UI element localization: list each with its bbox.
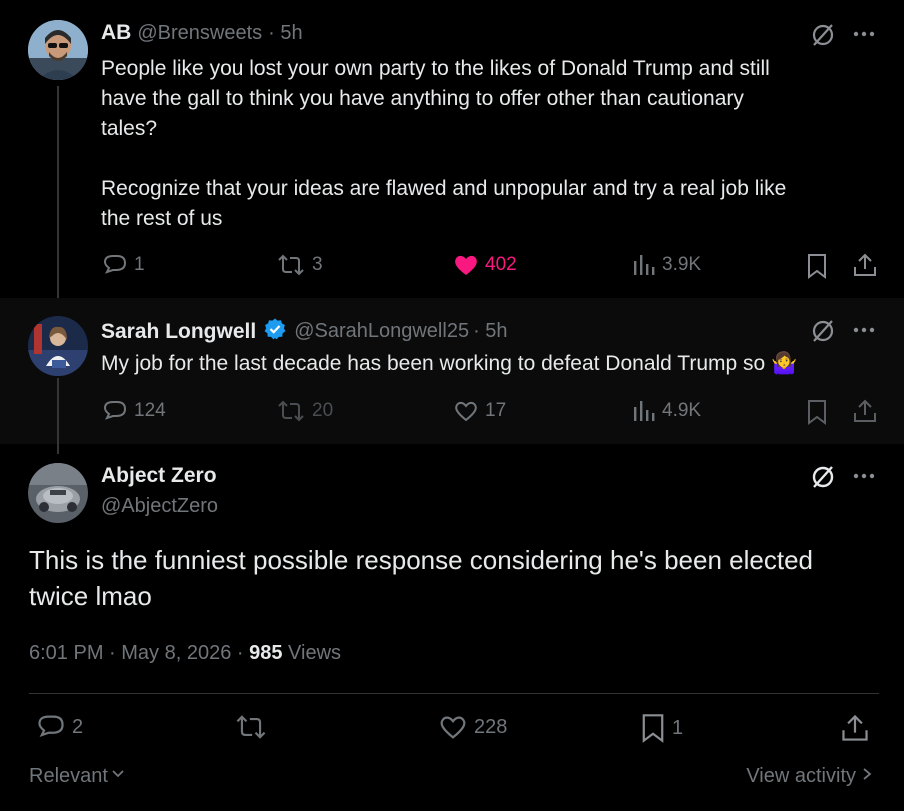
views-label: Views bbox=[282, 642, 342, 664]
repost-button[interactable]: 3 bbox=[276, 253, 323, 277]
views-button[interactable]: 3.9K bbox=[632, 253, 701, 277]
avatar-ab[interactable] bbox=[28, 20, 88, 80]
like-icon bbox=[438, 713, 468, 741]
repost-icon bbox=[276, 253, 306, 277]
text-line: have the gall to think you have anything… bbox=[101, 87, 744, 110]
divider bbox=[29, 693, 879, 694]
grok-icon[interactable] bbox=[810, 22, 836, 53]
like-icon bbox=[453, 253, 479, 277]
timestamp[interactable]: 6:01 PM · May 8, 2026 · bbox=[29, 642, 249, 664]
author-name[interactable]: AB bbox=[101, 21, 131, 45]
like-button[interactable]: 17 bbox=[453, 399, 506, 423]
author-handle[interactable]: @SarahLongwell25 bbox=[294, 320, 469, 343]
reply-count: 1 bbox=[134, 254, 145, 275]
repost-count: 20 bbox=[312, 400, 334, 421]
tweet-time[interactable]: · 5h bbox=[268, 22, 302, 45]
tweet-sarah-header: Sarah Longwell @SarahLongwell25 · 5h bbox=[101, 317, 508, 346]
repost-count: 3 bbox=[312, 254, 323, 275]
reply-count: 2 bbox=[72, 715, 84, 738]
author-handle[interactable]: @Brensweets bbox=[137, 22, 262, 45]
reply-button[interactable]: 1 bbox=[102, 253, 145, 277]
views-count: 3.9K bbox=[662, 254, 702, 275]
like-count: 17 bbox=[485, 400, 507, 421]
bookmark-icon[interactable] bbox=[806, 253, 828, 284]
like-count: 402 bbox=[485, 254, 517, 275]
text-line: This is the funniest possible response c… bbox=[29, 545, 813, 575]
text-line: the rest of us bbox=[101, 207, 223, 230]
tweet-ab-text: People like you lost your own party to t… bbox=[101, 54, 881, 234]
like-count: 228 bbox=[474, 715, 508, 738]
views-icon bbox=[632, 399, 656, 423]
like-button[interactable]: 228 bbox=[438, 713, 507, 741]
bookmark-button[interactable]: 1 bbox=[640, 713, 683, 743]
avatar-sarah[interactable] bbox=[28, 316, 88, 376]
like-icon bbox=[453, 399, 479, 423]
reply-button[interactable]: 124 bbox=[102, 399, 166, 423]
verified-badge-icon bbox=[263, 317, 287, 346]
views-icon bbox=[632, 253, 656, 277]
tweet-meta: 6:01 PM · May 8, 2026 · 985 Views bbox=[29, 642, 341, 665]
more-icon[interactable] bbox=[852, 320, 876, 345]
bookmark-icon[interactable] bbox=[806, 399, 828, 430]
repost-button[interactable] bbox=[234, 713, 268, 741]
thread-line-2 bbox=[57, 378, 59, 454]
like-button[interactable]: 402 bbox=[453, 253, 517, 277]
view-activity-link[interactable]: View activity bbox=[746, 765, 874, 788]
author-name[interactable]: Sarah Longwell bbox=[101, 320, 256, 344]
repost-button[interactable]: 20 bbox=[276, 399, 333, 423]
views-count: 985 bbox=[249, 642, 283, 664]
repost-icon bbox=[276, 399, 306, 423]
author-name[interactable]: Abject Zero bbox=[101, 464, 217, 488]
text-line: People like you lost your own party to t… bbox=[101, 57, 770, 80]
view-activity-label: View activity bbox=[746, 765, 856, 787]
tweet-sarah-text: My job for the last decade has been work… bbox=[101, 352, 798, 375]
text-line: twice lmao bbox=[29, 581, 152, 611]
share-icon[interactable] bbox=[840, 713, 870, 748]
text-line: tales? bbox=[101, 117, 158, 140]
text-line bbox=[101, 144, 881, 174]
thread-line-1 bbox=[57, 86, 59, 308]
sort-dropdown[interactable]: Relevant bbox=[29, 765, 126, 788]
author-handle[interactable]: @AbjectZero bbox=[101, 495, 218, 518]
tweet-ab-header: AB @Brensweets · 5h bbox=[101, 21, 303, 45]
tweet-time[interactable]: · 5h bbox=[473, 320, 507, 343]
reply-count: 124 bbox=[134, 400, 166, 421]
reply-icon bbox=[102, 399, 128, 423]
bookmark-icon bbox=[640, 713, 666, 743]
reply-button[interactable]: 2 bbox=[36, 713, 83, 741]
chevron-right-icon bbox=[860, 765, 874, 788]
grok-icon[interactable] bbox=[810, 318, 836, 349]
text-line: Recognize that your ideas are flawed and… bbox=[101, 177, 787, 200]
reply-icon bbox=[102, 253, 128, 277]
grok-icon[interactable] bbox=[810, 464, 836, 495]
more-icon[interactable] bbox=[852, 24, 876, 49]
share-icon[interactable] bbox=[852, 398, 878, 429]
bookmark-count: 1 bbox=[672, 716, 684, 739]
reply-icon bbox=[36, 713, 66, 741]
main-tweet-text: This is the funniest possible response c… bbox=[29, 542, 879, 614]
avatar-abject-zero[interactable] bbox=[28, 463, 88, 523]
sort-label: Relevant bbox=[29, 765, 108, 787]
repost-icon bbox=[234, 713, 268, 741]
more-icon[interactable] bbox=[852, 466, 876, 491]
chevron-down-icon bbox=[110, 765, 126, 788]
views-count: 4.9K bbox=[662, 400, 702, 421]
views-button[interactable]: 4.9K bbox=[632, 399, 701, 423]
share-icon[interactable] bbox=[852, 252, 878, 283]
